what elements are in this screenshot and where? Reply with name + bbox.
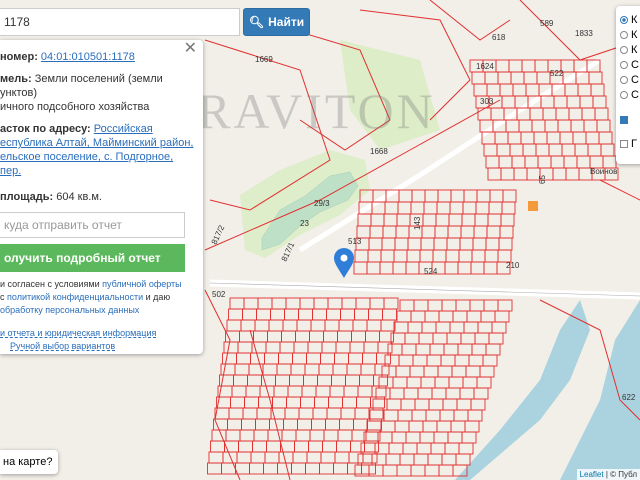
search-button-label: Найти: [268, 15, 305, 29]
radio-icon[interactable]: [620, 30, 628, 39]
map-label: 303: [480, 97, 494, 106]
info-links: и отчета и юридическая информация Ручной…: [0, 327, 195, 353]
map-label: 524: [424, 267, 438, 276]
map-label: 589: [540, 19, 554, 28]
address-link-line2[interactable]: еспублика Алтай, Майминский район,: [0, 137, 193, 149]
map-label: 65: [538, 175, 547, 184]
offer-link[interactable]: публичной оферты: [102, 279, 182, 289]
address-row: асток по адресу: Российская еспублика Ал…: [0, 122, 195, 178]
search-button[interactable]: 🔍︎ Найти: [243, 8, 310, 36]
address-link-line3[interactable]: ельское поселение, с. Подгорное, пер.: [0, 151, 173, 177]
leaflet-link[interactable]: Leaflet: [580, 470, 604, 479]
parcel-info-panel: ✕ номер: 04:01:010501:1178 мель: Земли п…: [0, 40, 203, 354]
poi-icon[interactable]: [528, 201, 538, 211]
agree-text-3: и даю: [145, 292, 171, 302]
address-label: асток по адресу:: [0, 123, 91, 135]
get-report-button[interactable]: олучить подробный отчет: [0, 244, 185, 272]
search-input[interactable]: 1178: [0, 8, 240, 36]
land-category-row: мель: Земли поселений (земли унктов) ичн…: [0, 72, 195, 114]
legal-info-link[interactable]: и отчета и юридическая информация: [0, 328, 156, 338]
map-label: 210: [506, 261, 520, 270]
map-label: 622: [622, 393, 636, 402]
map-label: 1668: [370, 147, 388, 156]
layer-option-label: К: [631, 13, 638, 26]
attribution: Leaflet | © Публ: [576, 469, 640, 480]
agree-text-1: и согласен с условиями: [0, 279, 100, 289]
layer-option[interactable]: С: [620, 57, 640, 72]
layer-option-label: К: [631, 43, 638, 56]
search-icon: 🔍︎: [248, 15, 265, 29]
privacy-policy-link[interactable]: политикой конфиденциальности: [7, 292, 143, 302]
layer-checkbox[interactable]: Г: [620, 132, 640, 156]
map-label: 1833: [575, 29, 593, 38]
layer-option[interactable]: К: [620, 27, 640, 42]
radio-icon[interactable]: [620, 45, 628, 54]
map-label: 618: [492, 33, 506, 42]
map-label: 522: [550, 69, 564, 78]
agreement-text: и согласен с условиями публичной оферты …: [0, 278, 195, 317]
layers-control: КККСССГ: [616, 6, 640, 164]
layer-option[interactable]: К: [620, 12, 640, 27]
map-label: 502: [212, 290, 226, 299]
agree-text-2: с: [0, 292, 5, 302]
layer-option-label: С: [631, 73, 639, 86]
cadastral-number-label: номер:: [0, 51, 38, 63]
cadastral-number-link[interactable]: 04:01:010501:1178: [41, 51, 135, 63]
layer-option[interactable]: С: [620, 72, 640, 87]
map-label: 23: [300, 219, 309, 228]
radio-icon[interactable]: [620, 75, 628, 84]
layer-option[interactable]: К: [620, 42, 640, 57]
map-label: Воинов: [590, 167, 617, 176]
land-category-label: мель:: [0, 73, 32, 85]
on-map-button[interactable]: на карте?: [0, 450, 58, 474]
map-label: 1669: [255, 55, 273, 64]
layer-option-label: С: [631, 58, 639, 71]
layer-checkbox-label: Г: [631, 138, 637, 150]
attribution-text: | © Публ: [605, 470, 637, 479]
checkbox-icon[interactable]: [620, 140, 628, 148]
cadastral-number-row: номер: 04:01:010501:1178: [0, 50, 195, 64]
email-field[interactable]: куда отправить отчет: [0, 212, 185, 238]
close-icon[interactable]: ✕: [184, 41, 197, 57]
radio-icon[interactable]: [620, 60, 628, 69]
radio-icon[interactable]: [620, 90, 628, 99]
layer-checkbox[interactable]: [620, 108, 640, 132]
personal-data-link[interactable]: обработку персональных данных: [0, 305, 139, 315]
layer-option-label: К: [631, 28, 638, 41]
area-value: 604 кв.м.: [56, 191, 102, 203]
address-link[interactable]: Российская: [94, 123, 153, 135]
land-category-value: Земли поселений (земли: [34, 73, 163, 85]
manual-choice-link[interactable]: Ручной выбор вариантов: [10, 341, 115, 351]
land-purpose: ичного подсобного хозяйства: [0, 101, 150, 113]
map-label: 29/3: [314, 199, 330, 208]
layer-option-label: С: [631, 88, 639, 101]
area-label: площадь:: [0, 191, 54, 203]
radio-icon[interactable]: [620, 15, 628, 24]
checkbox-icon[interactable]: [620, 116, 628, 124]
area-row: площадь: 604 кв.м.: [0, 190, 195, 204]
map-label: 513: [348, 237, 362, 246]
map-label: 1624: [476, 62, 494, 71]
land-category-value-cont: унктов): [0, 87, 38, 99]
layer-option[interactable]: С: [620, 87, 640, 102]
map-label: 143: [413, 216, 422, 230]
